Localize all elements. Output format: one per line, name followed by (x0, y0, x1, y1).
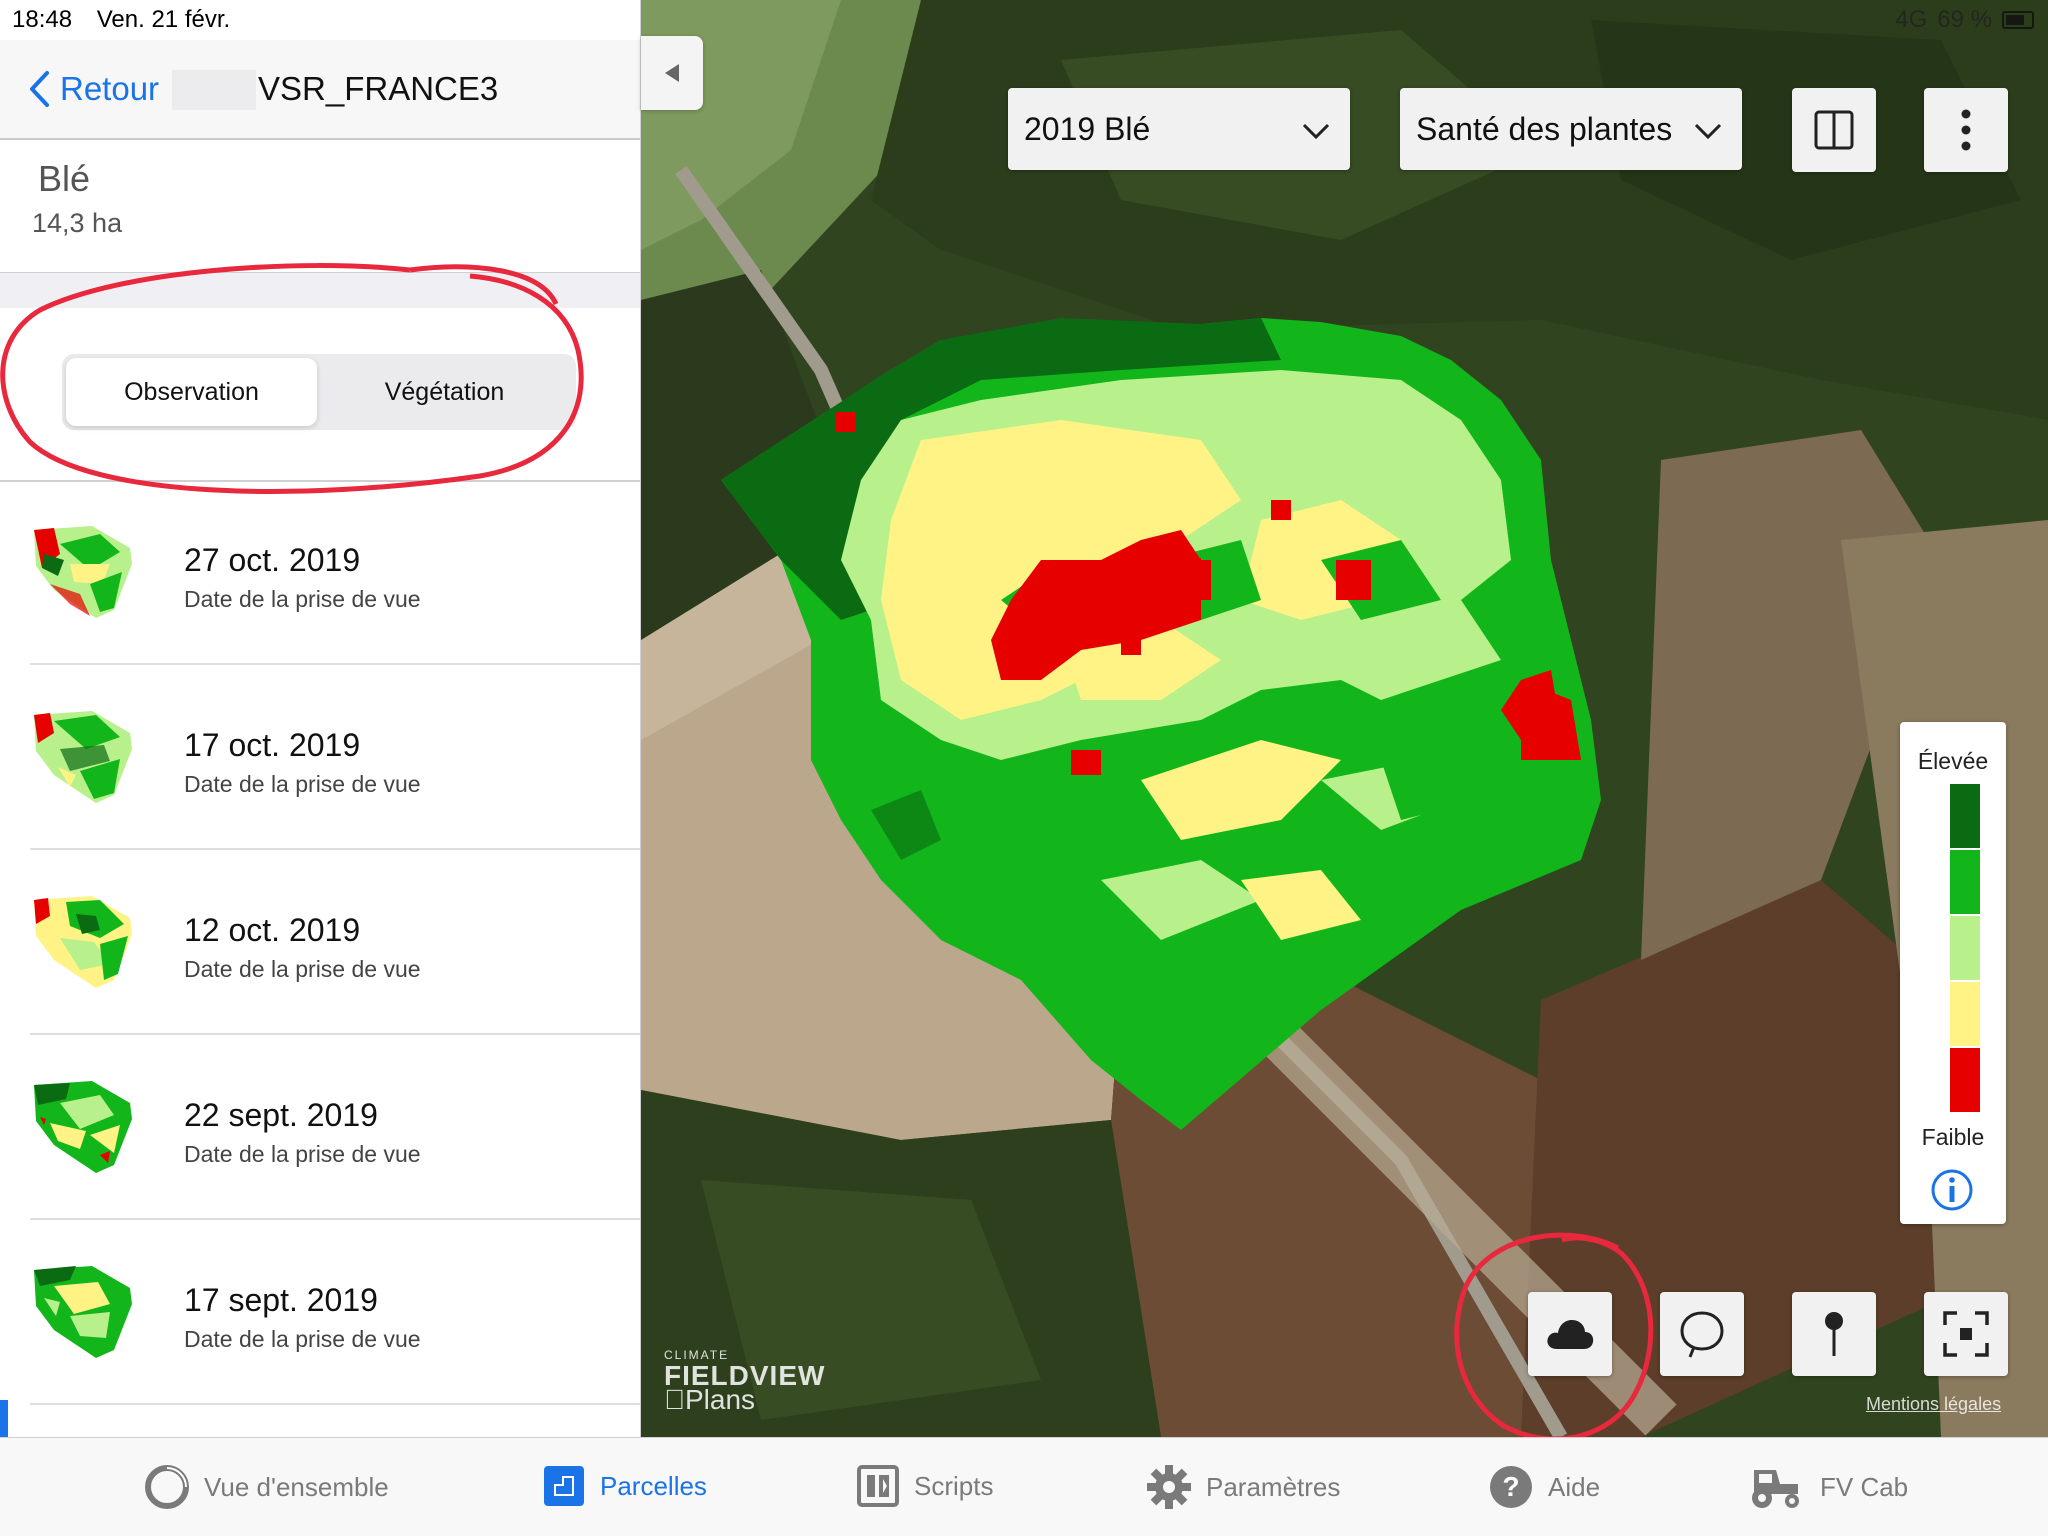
field-thumbnail (34, 526, 132, 618)
tab-help[interactable]: ? Aide (1488, 1464, 1600, 1510)
layer-dropdown-label: Santé des plantes (1416, 110, 1673, 147)
season-dropdown-label: 2019 Blé (1024, 110, 1151, 147)
focus-frame-icon (1943, 1311, 1989, 1357)
tab-label: Scripts (914, 1470, 994, 1501)
more-options-button[interactable] (1924, 88, 2008, 172)
field-summary: Blé 14,3 ha (0, 140, 640, 272)
tab-overview[interactable]: Vue d'ensemble (144, 1464, 389, 1510)
imagery-date: 17 oct. 2019 (184, 727, 361, 763)
tractor-icon (1752, 1470, 1799, 1508)
imagery-caption: Date de la prise de vue (184, 1141, 421, 1167)
list-item[interactable]: 17 oct. 2019 Date de la prise de vue (30, 665, 640, 850)
imagery-list: 27 oct. 2019 Date de la prise de vue 17 … (0, 480, 640, 1405)
legend-swatch-high (1950, 850, 1980, 914)
field-thumbnail (34, 1266, 132, 1358)
imagery-caption: Date de la prise de vue (184, 956, 421, 982)
red-annotation-circle (0, 263, 584, 494)
recenter-button[interactable] (1924, 1292, 2008, 1376)
info-icon[interactable] (1930, 1168, 1974, 1212)
status-date: Ven. 21 févr. (96, 6, 231, 33)
lasso-icon (1680, 1311, 1724, 1358)
imagery-caption: Date de la prise de vue (184, 1326, 421, 1352)
tab-parcels[interactable]: Parcelles (542, 1464, 707, 1508)
list-item[interactable]: 22 sept. 2019 Date de la prise de vue (30, 1035, 640, 1220)
legend-swatch-very-low (1950, 1048, 1980, 1112)
fieldview-watermark: CLIMATE FIELDVIEW Plans (664, 1348, 825, 1416)
field-icon (544, 1466, 584, 1506)
legal-mentions-link[interactable]: Mentions légales (1866, 1394, 2001, 1415)
status-bar-right: 4G 69 % (1895, 6, 2034, 34)
ring-icon (145, 1465, 189, 1509)
tab-label: Vue d'ensemble (204, 1471, 389, 1502)
battery-text: 69 % (1937, 6, 1992, 33)
satellite-map (641, 0, 2048, 1437)
legend-swatch-medium (1950, 916, 1980, 980)
more-vertical-icon (1961, 109, 1971, 151)
list-item[interactable]: 12 oct. 2019 Date de la prise de vue (30, 850, 640, 1035)
crop-name: Blé (38, 158, 91, 199)
chevron-down-icon (1302, 111, 1350, 148)
cloud-icon (1547, 1320, 1594, 1349)
field-thumbnail (34, 896, 132, 988)
imagery-date: 22 sept. 2019 (184, 1097, 378, 1133)
watermark-plans-text: Plans (664, 1384, 755, 1415)
split-view-icon (1814, 110, 1854, 150)
list-item[interactable]: 27 oct. 2019 Date de la prise de vue (30, 480, 640, 665)
pin-button[interactable] (1792, 1292, 1876, 1376)
triangle-left-icon (665, 64, 679, 82)
cloud-filter-button[interactable] (1528, 1292, 1612, 1376)
status-time: 18:48 (12, 6, 73, 33)
imagery-date: 17 sept. 2019 (184, 1282, 378, 1318)
tab-bar: Vue d'ensemble Parcelles Scripts Paramèt… (0, 1437, 2048, 1536)
chevron-left-icon (30, 71, 49, 107)
imagery-caption: Date de la prise de vue (184, 771, 421, 797)
tab-label: Parcelles (600, 1470, 707, 1501)
status-bar-left: 18:48 Ven. 21 févr. (12, 6, 248, 34)
script-icon (857, 1465, 899, 1507)
layer-dropdown[interactable]: Santé des plantes (1400, 88, 1742, 170)
tab-settings[interactable]: Paramètres (1146, 1464, 1340, 1510)
imagery-caption: Date de la prise de vue (184, 586, 421, 612)
battery-icon (2002, 11, 2034, 29)
tab-label: Aide (1548, 1471, 1601, 1502)
season-dropdown[interactable]: 2019 Blé (1008, 88, 1350, 170)
help-icon: ? (1490, 1466, 1532, 1508)
back-button[interactable]: Retour (28, 70, 159, 108)
legend-low-label: Faible (1921, 1124, 1985, 1150)
gear-icon (1147, 1465, 1191, 1509)
tab-label: FV Cab (1820, 1471, 1909, 1502)
legend-swatch-low (1950, 982, 1980, 1046)
tab-label: Paramètres (1206, 1471, 1341, 1502)
pin-icon (1825, 1312, 1843, 1356)
field-thumbnail (34, 711, 132, 803)
scroll-indicator (0, 1400, 8, 1437)
back-label: Retour (60, 70, 160, 107)
field-area: 14,3 ha (32, 208, 123, 238)
left-panel: Retour VSR_FRANCE3 Blé 14,3 ha Observati… (0, 0, 641, 1437)
legend-high-label: Élevée (1917, 748, 1989, 774)
imagery-date: 27 oct. 2019 (184, 542, 361, 578)
split-view-button[interactable] (1792, 88, 1876, 172)
navigation-bar: Retour VSR_FRANCE3 (0, 40, 640, 140)
chevron-down-icon (1694, 111, 1742, 148)
field-thumbnail (34, 1081, 132, 1173)
legend-swatch-very-high (1950, 784, 1980, 848)
tab-scripts[interactable]: Scripts (856, 1464, 993, 1508)
map-view[interactable] (641, 0, 2048, 1437)
page-title: VSR_FRANCE3 (258, 70, 499, 107)
tab-fv-cab[interactable]: FV Cab (1746, 1464, 1908, 1510)
imagery-date: 12 oct. 2019 (184, 912, 361, 948)
list-item[interactable]: 17 sept. 2019 Date de la prise de vue (30, 1220, 640, 1405)
lasso-button[interactable] (1660, 1292, 1744, 1376)
collapse-panel-button[interactable] (641, 36, 703, 110)
svg-text:?: ? (1502, 1471, 1519, 1502)
signal-text: 4G (1895, 6, 1928, 33)
health-legend: Élevée Faible (1900, 722, 2006, 1224)
redacted-area (172, 70, 256, 110)
